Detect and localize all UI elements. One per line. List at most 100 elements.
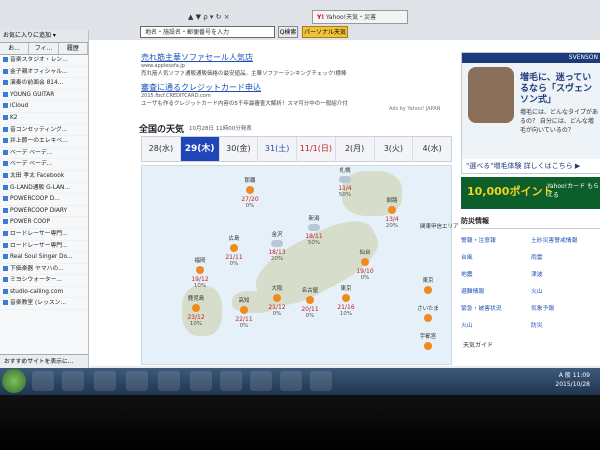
suggested-sites-link[interactable]: おすすめサイトを表示に...: [0, 354, 88, 368]
app-icon[interactable]: [190, 371, 212, 391]
tab-day[interactable]: 3(火): [375, 137, 414, 161]
disaster-link[interactable]: 火山: [531, 284, 600, 301]
nav-icons[interactable]: ▲ ▼ ρ ▾ ↻ ×: [188, 13, 230, 21]
ad-link-sofa[interactable]: 売れ筋主華ソファセール人気店: [141, 52, 253, 63]
search-button[interactable]: Q検索: [278, 26, 298, 38]
tab-day[interactable]: 28(水): [142, 137, 181, 161]
favorite-item[interactable]: 演奏の前面会 814...: [0, 78, 88, 90]
favorite-item[interactable]: ロードレーサー専門...: [0, 241, 88, 253]
favorite-item[interactable]: G-LAND通販 G-LAN...: [0, 183, 88, 195]
favorite-item[interactable]: studio-calling.com: [0, 287, 88, 299]
tab-history[interactable]: 履歴: [58, 43, 88, 54]
city-name: 福岡: [194, 258, 206, 264]
folder-icon[interactable]: [310, 371, 332, 391]
banner-headline: 増毛に、迷っているなら「スヴェンソン式」: [520, 73, 593, 105]
favorite-item[interactable]: POWER COOP: [0, 217, 88, 229]
sunny-icon: [361, 258, 369, 266]
favicon-icon: [3, 114, 8, 120]
city-forecast[interactable]: 名古屋 20/11 0%: [292, 286, 328, 319]
internet-explorer-icon[interactable]: [62, 371, 84, 391]
city-forecast[interactable]: 新潟 18/11 50%: [296, 214, 332, 246]
svenson-banner-ad[interactable]: SVENSON 増毛に、迷っているなら「スヴェンソン式」 増毛には、どんなタイプ…: [461, 52, 600, 174]
chrome-icon[interactable]: [158, 371, 180, 391]
favorite-item[interactable]: ロードレーサー専門...: [0, 229, 88, 241]
favicon-icon: [3, 161, 8, 167]
favicon-icon: [3, 300, 8, 306]
favorite-item[interactable]: 金子親オフィシャル...: [0, 67, 88, 79]
system-tray[interactable]: A 般 11:09 2015/10/28: [555, 371, 590, 389]
disaster-link[interactable]: 気象予報: [531, 301, 600, 318]
favorite-item[interactable]: POWERCOOP DIARY: [0, 206, 88, 218]
word-icon[interactable]: [280, 371, 302, 391]
ime-indicator[interactable]: A 般: [559, 372, 571, 379]
favorite-item[interactable]: YOUNG GUITAR: [0, 90, 88, 102]
tab-title: Yahoo!天気・災害: [326, 14, 377, 21]
disaster-link[interactable]: 雨雲: [531, 250, 600, 267]
tab-day[interactable]: 29(木): [180, 137, 220, 161]
disaster-link[interactable]: 土砂災害警戒情報: [531, 233, 600, 250]
tab-day[interactable]: 31(土): [258, 137, 297, 161]
city-forecast[interactable]: 札幌 11/4 50%: [327, 166, 363, 198]
city-forecast[interactable]: 那覇 27/20 0%: [232, 176, 268, 209]
disaster-link[interactable]: 火山: [461, 318, 531, 335]
banner-cta[interactable]: "選べる"増毛体験 詳しくはこちら ▶: [462, 159, 600, 173]
side-city[interactable]: さいたま: [410, 304, 446, 324]
city-forecast[interactable]: 高知 22/11 0%: [226, 296, 262, 329]
city-forecast[interactable]: 釧路 13/4 20%: [374, 196, 410, 229]
tab-favorites[interactable]: お...: [0, 43, 30, 54]
explorer-icon[interactable]: [32, 371, 54, 391]
favorite-item[interactable]: ベーデ ベーデ...: [0, 148, 88, 160]
city-forecast[interactable]: 金沢 18/13 20%: [259, 230, 295, 262]
favorite-item[interactable]: K2: [0, 113, 88, 125]
favorite-item[interactable]: iCloud: [0, 101, 88, 113]
favorite-item[interactable]: 音コンセッティング...: [0, 125, 88, 137]
disaster-link[interactable]: 台風: [461, 250, 531, 267]
yahoo-card-banner-ad[interactable]: 10,000ポイント Yahoo!カード もらえる: [461, 177, 600, 209]
add-favorite-button[interactable]: お気に入りに追加 ▾: [0, 30, 88, 43]
media-player-icon[interactable]: [126, 371, 148, 391]
tab-day[interactable]: 30(金): [220, 137, 259, 161]
favorite-item[interactable]: POWERCOOP D...: [0, 194, 88, 206]
firefox-icon[interactable]: [94, 371, 116, 391]
city-forecast[interactable]: 仙台 19/10 0%: [347, 248, 383, 281]
city-temp: 11/4: [338, 185, 352, 192]
city-forecast[interactable]: 東京 21/16 10%: [328, 284, 364, 317]
browser-tab[interactable]: Y! Yahoo!天気・災害: [312, 10, 408, 24]
favorite-item[interactable]: 井上節一のエレキベ...: [0, 136, 88, 148]
city-temp: 19/10: [356, 268, 374, 275]
ad-link-credit-card[interactable]: 審査に通るクレジットカード申込: [141, 82, 261, 93]
disaster-link[interactable]: 地震: [461, 267, 531, 284]
disaster-link[interactable]: 警報・注意報: [461, 233, 531, 250]
favorite-item[interactable]: 音楽教室 (レッスン...: [0, 298, 88, 311]
disaster-link[interactable]: 防災: [531, 318, 600, 335]
tab-feeds[interactable]: フィ...: [29, 43, 59, 54]
disaster-link[interactable]: 緊急・被害状況: [461, 301, 531, 318]
tab-day[interactable]: 2(月): [336, 137, 375, 161]
disaster-link[interactable]: 津波: [531, 267, 600, 284]
personal-weather-button[interactable]: パーソナル天気: [302, 26, 348, 38]
disaster-link[interactable]: 避難情報: [461, 284, 531, 301]
tab-day[interactable]: 4(水): [413, 137, 451, 161]
clock-time[interactable]: 11:09: [573, 372, 590, 379]
city-forecast[interactable]: 福岡 19/12 10%: [182, 256, 218, 289]
city-forecast[interactable]: 広島 21/11 0%: [216, 234, 252, 267]
ads-by-label[interactable]: Ads by Yahoo! JAPAN: [389, 106, 440, 112]
favorite-item[interactable]: ミヨシウォーター...: [0, 275, 88, 287]
itunes-icon[interactable]: [220, 371, 242, 391]
favorite-item[interactable]: ベーデ ベーデ...: [0, 159, 88, 171]
side-city[interactable]: 宇都宮: [410, 332, 446, 352]
start-button-icon[interactable]: [2, 369, 26, 393]
side-city[interactable]: 東京: [410, 276, 446, 296]
location-search-input[interactable]: 地名・施設名・郵便番号を入力: [140, 26, 275, 38]
city-forecast[interactable]: 大阪 21/12 0%: [259, 284, 295, 317]
city-forecast[interactable]: 鹿児島 23/12 10%: [178, 294, 214, 327]
disaster-links: 警報・注意報 土砂災害警戒情報 台風 雨雲 地震 津波 避難情報 火山 緊急・被害状況 気象予報火…: [461, 233, 600, 335]
favorite-item[interactable]: 下価楽器 ヤマハの...: [0, 264, 88, 276]
favorite-item[interactable]: Real Soul Singer Do...: [0, 252, 88, 264]
favicon-icon: [3, 91, 8, 97]
sunny-icon: [246, 186, 254, 194]
favorite-item[interactable]: 太田 孝太 Facebook: [0, 171, 88, 183]
network-icon[interactable]: [250, 371, 272, 391]
tab-day[interactable]: 11/1(日): [297, 137, 336, 161]
favorite-item[interactable]: 音楽スタジオ・レン...: [0, 55, 88, 67]
